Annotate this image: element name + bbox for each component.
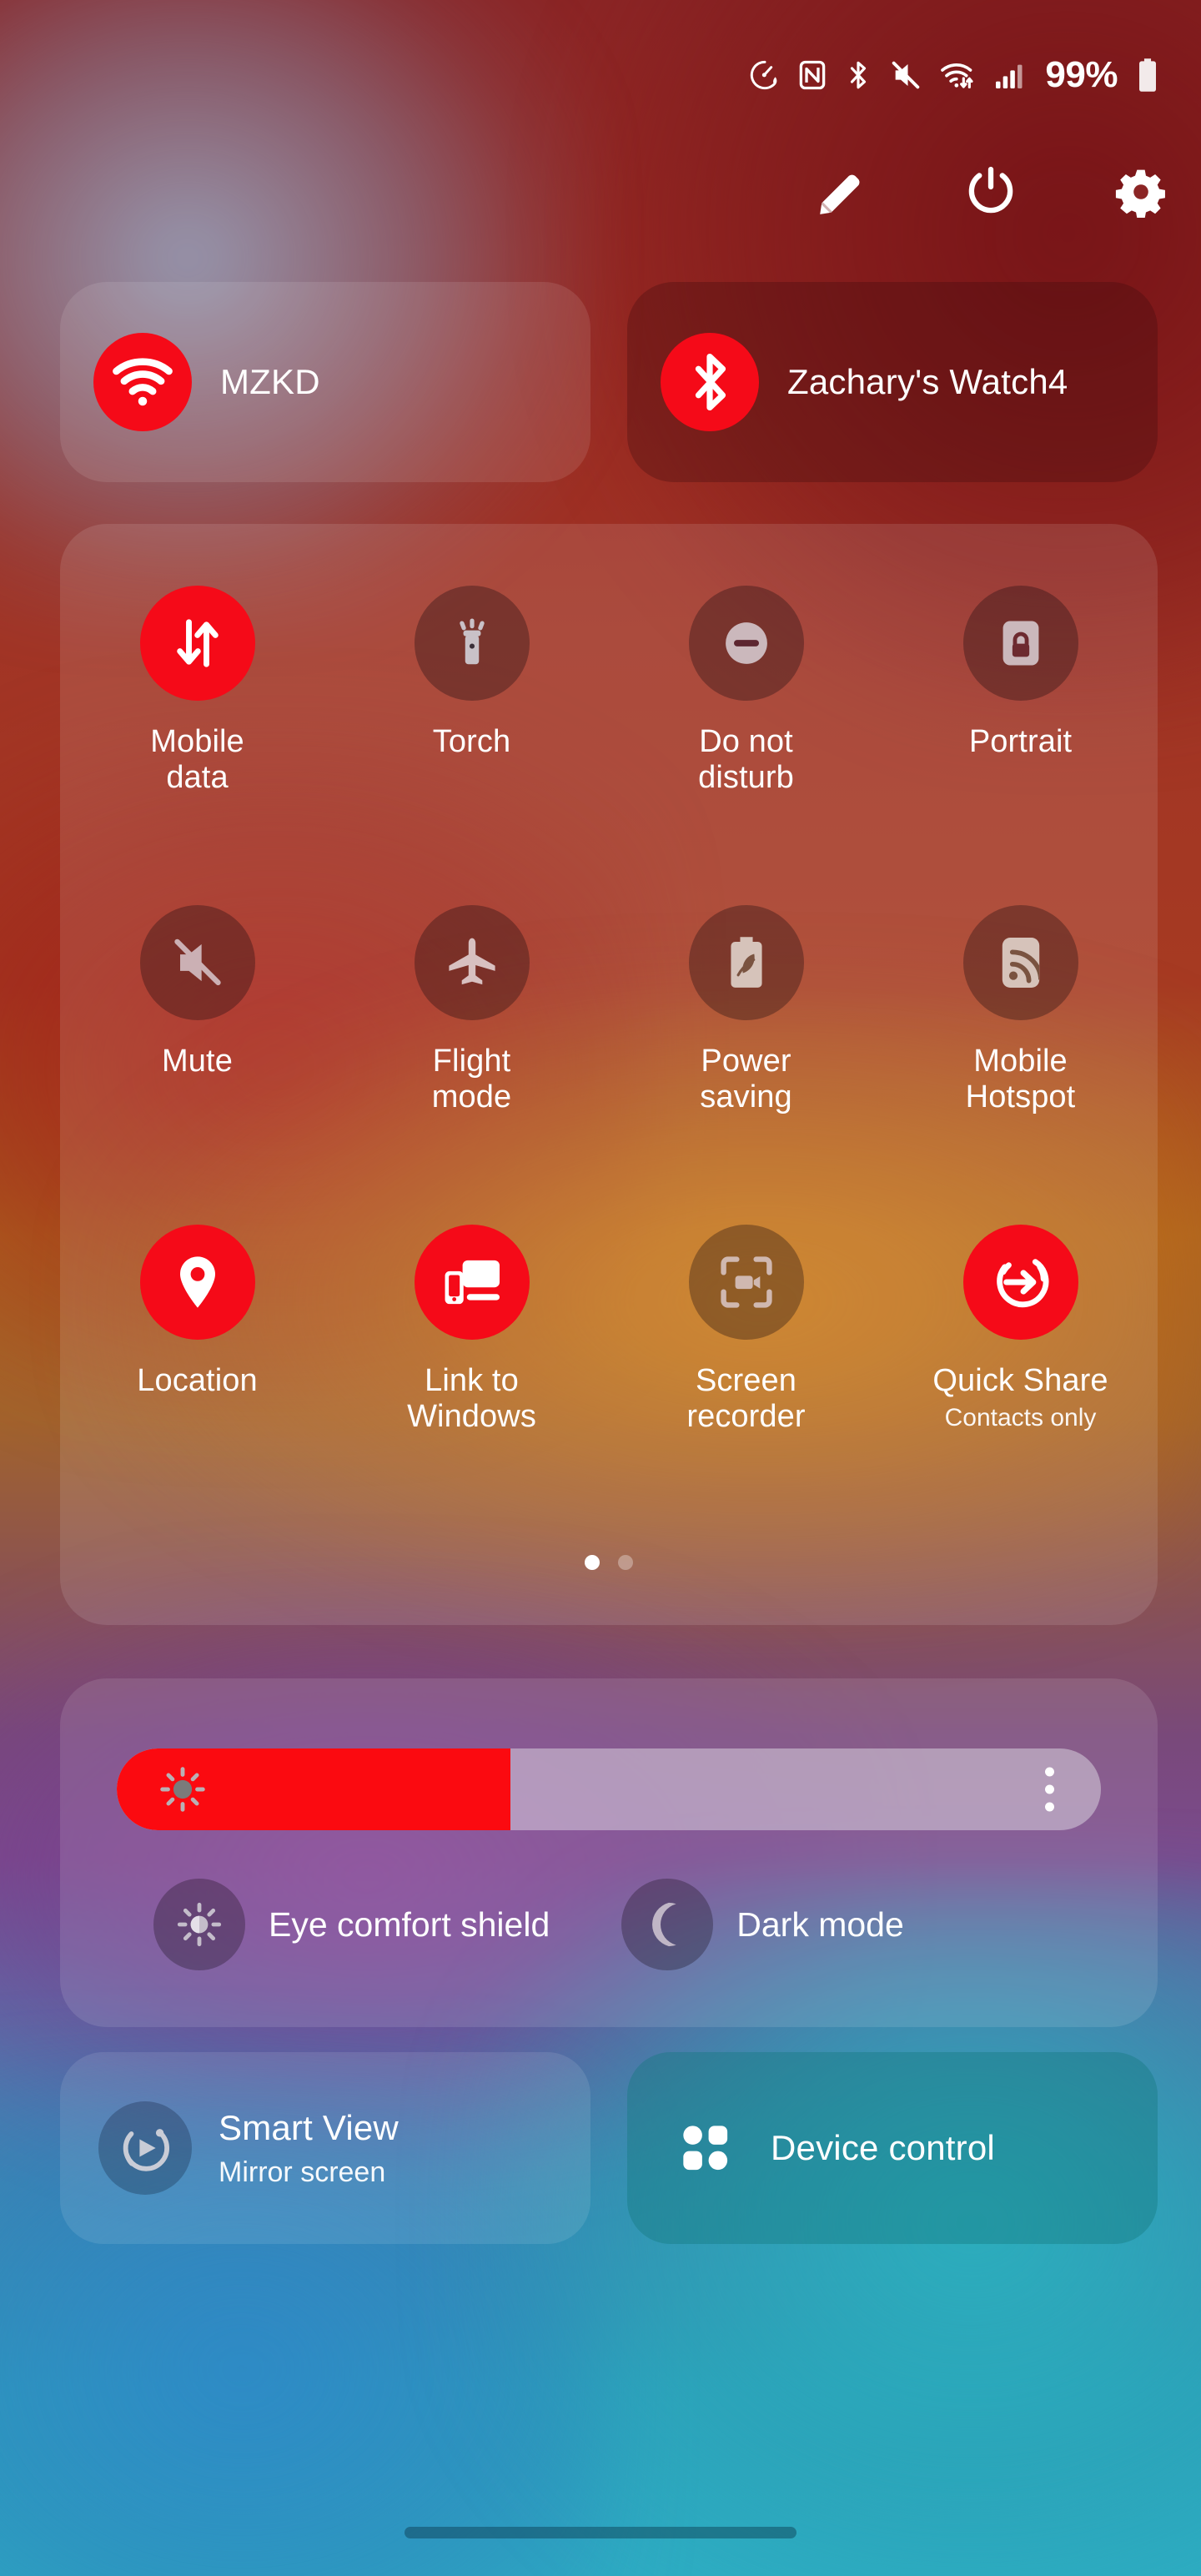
smart-view-icon <box>98 2101 192 2195</box>
bluetooth-device-name: Zachary's Watch4 <box>787 362 1068 401</box>
smart-view-title: Smart View <box>219 2107 399 2147</box>
smart-view-tile[interactable]: Smart View Mirror screen <box>60 2052 590 2244</box>
tile-label: Do not disturb <box>698 724 794 795</box>
gear-icon[interactable] <box>1111 162 1171 222</box>
gesture-nav-pill[interactable] <box>405 2527 796 2538</box>
header-action-row <box>811 162 1171 222</box>
battery-full-icon <box>1134 57 1161 93</box>
edit-button[interactable] <box>811 162 871 222</box>
do-not-disturb-icon <box>688 586 804 701</box>
tile-mobile-data[interactable]: Mobile data <box>60 581 334 900</box>
tile-sublabel: Contacts only <box>944 1403 1097 1431</box>
mute-icon <box>139 905 255 1020</box>
signal-bars-icon <box>992 58 1025 92</box>
quick-settings-panel: Mobile data Torch Do not disturb Portrai… <box>60 524 1158 1625</box>
page-dot-2[interactable] <box>618 1555 633 1570</box>
bluetooth-tile[interactable]: Zachary's Watch4 <box>627 282 1158 482</box>
brightness-panel: Eye comfort shield Dark mode <box>60 1678 1158 2027</box>
tile-label: Screen recorder <box>686 1363 806 1434</box>
tile-label: Flight mode <box>431 1044 512 1114</box>
device-control-tile[interactable]: Device control <box>627 2052 1158 2244</box>
moon-icon <box>621 1879 714 1970</box>
tile-label: Mobile Hotspot <box>965 1044 1076 1114</box>
device-control-icon <box>674 2116 737 2180</box>
quick-settings-grid: Mobile data Torch Do not disturb Portrai… <box>60 581 1158 1539</box>
eye-comfort-label: Eye comfort shield <box>269 1904 550 1944</box>
wifi-icon <box>93 333 192 431</box>
mute-icon <box>888 58 923 92</box>
page-indicator <box>60 1555 1158 1570</box>
hotspot-icon <box>962 905 1078 1020</box>
power-button[interactable] <box>961 162 1021 222</box>
bluetooth-icon <box>843 58 873 92</box>
torch-icon <box>414 586 530 701</box>
tile-label: Mute <box>162 1044 233 1079</box>
page-dot-1[interactable] <box>585 1555 600 1570</box>
tile-label: Portrait <box>968 724 1073 759</box>
quick-share-icon <box>962 1225 1078 1340</box>
tile-mobile-hotspot[interactable]: Mobile Hotspot <box>883 900 1158 1220</box>
wifi-network-name: MZKD <box>220 362 320 401</box>
tile-link-to-windows[interactable]: Link to Windows <box>334 1220 609 1539</box>
link-to-windows-icon <box>414 1225 530 1340</box>
tile-flight-mode[interactable]: Flight mode <box>334 900 609 1220</box>
bluetooth-icon <box>661 333 759 431</box>
tile-label: Mobile data <box>150 724 244 795</box>
display-mode-row: Eye comfort shield Dark mode <box>60 1879 1158 1970</box>
battery-leaf-icon <box>688 905 804 1020</box>
tile-mute[interactable]: Mute <box>60 900 334 1220</box>
rotation-lock-icon <box>962 586 1078 701</box>
wifi-data-icon <box>938 58 977 92</box>
tile-power-saving[interactable]: Power saving <box>609 900 883 1220</box>
tile-torch[interactable]: Torch <box>334 581 609 900</box>
tile-location[interactable]: Location <box>60 1220 334 1539</box>
tile-label: Link to Windows <box>407 1363 536 1434</box>
airplane-icon <box>414 905 530 1020</box>
navigation-bar <box>0 2489 1201 2576</box>
mobile-data-icon <box>139 586 255 701</box>
wifi-tile[interactable]: MZKD <box>60 282 590 482</box>
tile-label: Location <box>137 1363 258 1398</box>
power-saving-icon <box>748 58 781 92</box>
status-bar: 99% <box>0 0 1201 150</box>
screen-recorder-icon <box>688 1225 804 1340</box>
dark-mode-toggle[interactable]: Dark mode <box>621 1879 904 1970</box>
eye-comfort-shield-toggle[interactable]: Eye comfort shield <box>153 1879 550 1970</box>
brightness-sun-icon <box>157 1763 209 1815</box>
location-pin-icon <box>139 1225 255 1340</box>
device-control-title: Device control <box>771 2128 995 2167</box>
smart-view-subtitle: Mirror screen <box>219 2156 386 2188</box>
tile-quick-share[interactable]: Quick Share Contacts only <box>883 1220 1158 1539</box>
quick-panel-screen: 99% MZKD Zachary's Watch4 Mobile data To… <box>0 0 1201 2576</box>
tile-label: Torch <box>432 724 511 759</box>
tile-screen-recorder[interactable]: Screen recorder <box>609 1220 883 1539</box>
dark-mode-label: Dark mode <box>736 1904 904 1944</box>
tile-portrait[interactable]: Portrait <box>883 581 1158 900</box>
eye-comfort-icon <box>153 1879 245 1970</box>
brightness-slider[interactable] <box>117 1748 1101 1830</box>
tile-do-not-disturb[interactable]: Do not disturb <box>609 581 883 900</box>
tile-label: Power saving <box>700 1044 792 1114</box>
tile-label: Quick Share <box>932 1363 1108 1398</box>
battery-percent-label: 99% <box>1045 54 1118 95</box>
nfc-icon <box>796 59 828 91</box>
more-options-icon[interactable] <box>1045 1767 1054 1812</box>
